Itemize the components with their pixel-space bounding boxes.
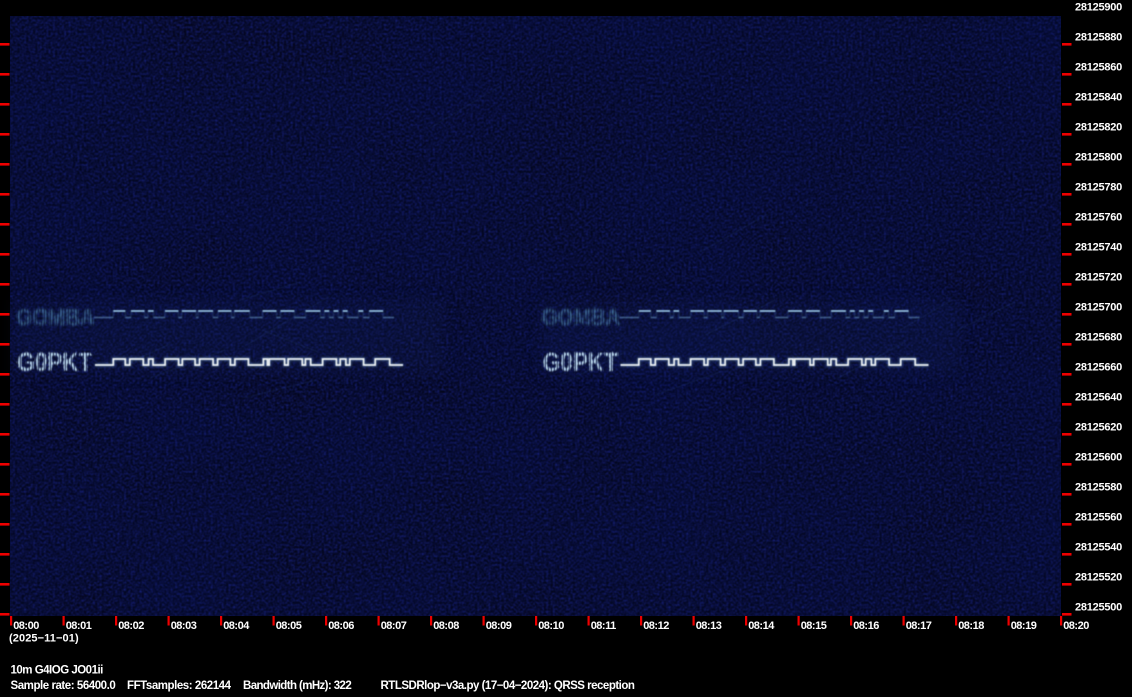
svg-text:28125640: 28125640 [1075, 392, 1122, 404]
svg-text:G0PKT: G0PKT [17, 346, 92, 376]
svg-text:08:11: 08:11 [591, 620, 616, 632]
svg-text:28125880: 28125880 [1075, 32, 1122, 44]
svg-text:(2025−11−01): (2025−11−01) [9, 633, 79, 645]
svg-text:28125620: 28125620 [1075, 422, 1122, 434]
svg-text:28125660: 28125660 [1075, 362, 1122, 374]
svg-text:28125760: 28125760 [1075, 212, 1122, 224]
svg-text:28125740: 28125740 [1075, 242, 1122, 254]
svg-text:28125580: 28125580 [1075, 482, 1122, 494]
svg-text:08:14: 08:14 [748, 620, 775, 632]
svg-text:08:06: 08:06 [328, 620, 354, 632]
svg-text:28125720: 28125720 [1075, 272, 1122, 284]
svg-text:28125520: 28125520 [1075, 572, 1122, 584]
svg-text:Bandwidth (mHz): 322: Bandwidth (mHz): 322 [243, 680, 351, 692]
svg-text:28125820: 28125820 [1075, 122, 1122, 134]
svg-text:28125500: 28125500 [1075, 602, 1122, 614]
svg-text:08:19: 08:19 [1011, 620, 1037, 632]
svg-text:08:02: 08:02 [118, 620, 144, 632]
svg-text:08:17: 08:17 [906, 620, 932, 632]
svg-text:08:05: 08:05 [276, 620, 302, 632]
svg-text:28125680: 28125680 [1075, 332, 1122, 344]
svg-text:08:09: 08:09 [486, 620, 512, 632]
svg-text:28125540: 28125540 [1075, 542, 1122, 554]
svg-text:28125800: 28125800 [1075, 152, 1122, 164]
svg-text:08:16: 08:16 [853, 620, 879, 632]
svg-text:GOMBA: GOMBA [15, 303, 94, 329]
svg-text:28125560: 28125560 [1075, 512, 1122, 524]
svg-text:08:01: 08:01 [66, 620, 92, 632]
svg-text:08:12: 08:12 [643, 620, 669, 632]
svg-text:08:04: 08:04 [223, 620, 250, 632]
svg-text:28125600: 28125600 [1075, 452, 1122, 464]
svg-text:G0PKT: G0PKT [542, 346, 617, 376]
svg-text:28125780: 28125780 [1075, 182, 1122, 194]
svg-text:08:07: 08:07 [381, 620, 407, 632]
svg-text:08:13: 08:13 [696, 620, 722, 632]
svg-text:28125700: 28125700 [1075, 302, 1122, 314]
svg-text:08:10: 08:10 [538, 620, 564, 632]
svg-text:FFTsamples: 262144: FFTsamples: 262144 [127, 680, 232, 692]
svg-text:Sample rate: 56400.0: Sample rate: 56400.0 [11, 680, 116, 692]
svg-text:28125900: 28125900 [1075, 2, 1122, 14]
svg-text:28125840: 28125840 [1075, 92, 1122, 104]
svg-text:10m G4IOG JO01ii: 10m G4IOG JO01ii [11, 665, 104, 677]
svg-text:28125860: 28125860 [1075, 62, 1122, 74]
svg-text:08:03: 08:03 [171, 620, 197, 632]
svg-text:RTLSDRlop−v3a.py (17−04−2024):: RTLSDRlop−v3a.py (17−04−2024): QRSS rece… [381, 680, 635, 692]
svg-text:08:18: 08:18 [958, 620, 984, 632]
svg-text:08:15: 08:15 [801, 620, 827, 632]
svg-text:GOMBA: GOMBA [540, 303, 619, 329]
svg-text:08:08: 08:08 [433, 620, 459, 632]
svg-text:08:00: 08:00 [13, 620, 39, 632]
svg-text:08:20: 08:20 [1063, 620, 1089, 632]
